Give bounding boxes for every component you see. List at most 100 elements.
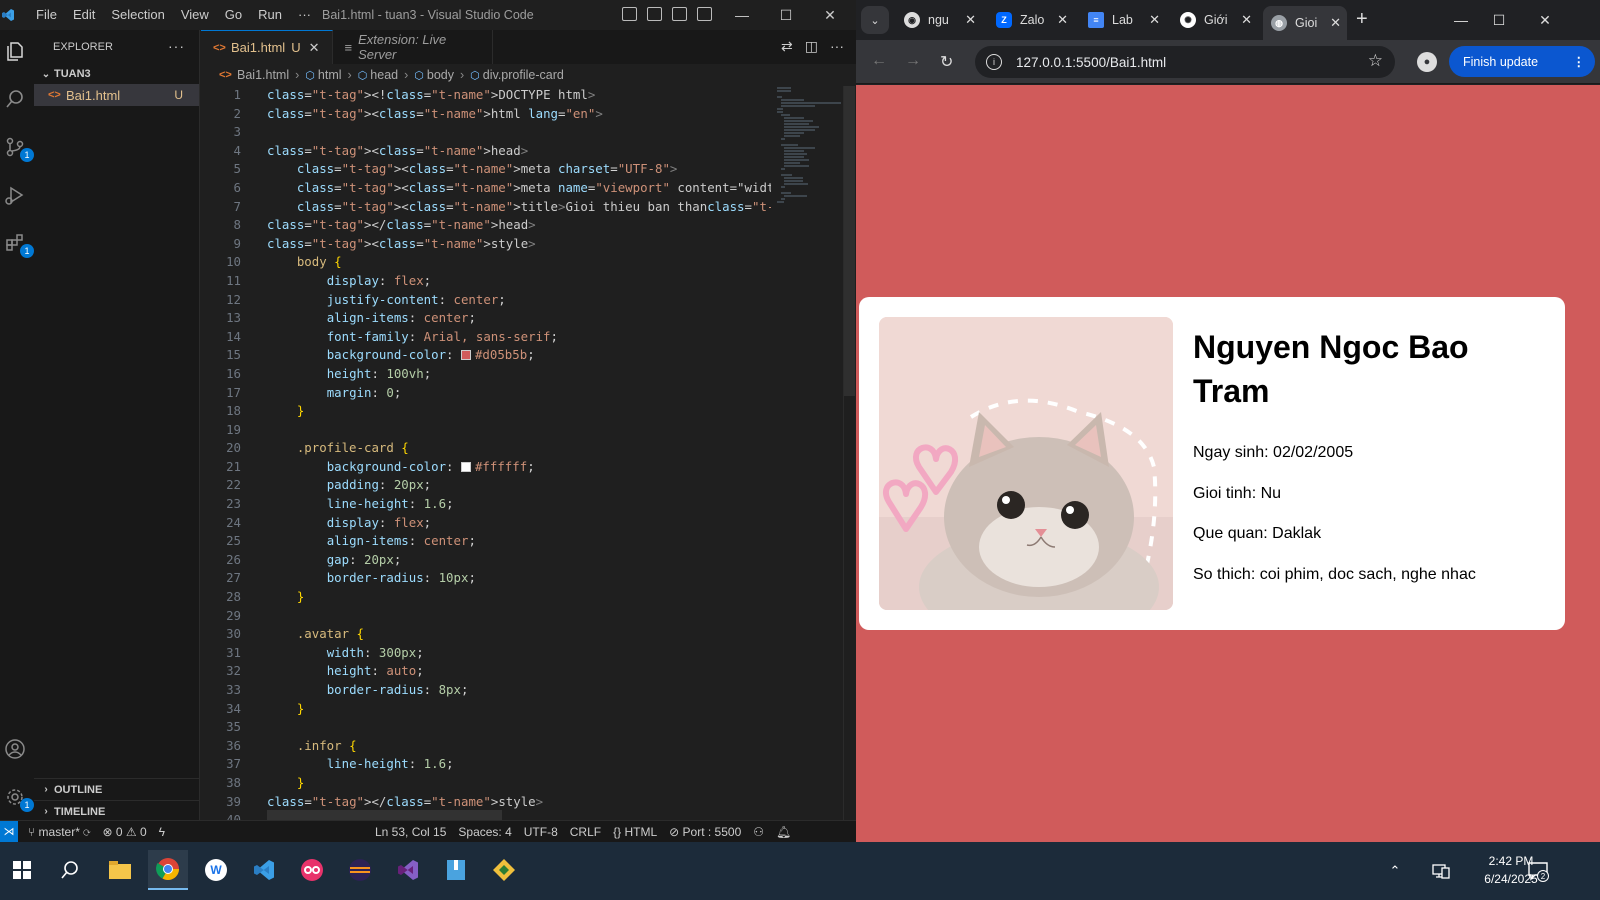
close-tab-icon[interactable]: ✕ bbox=[1241, 12, 1252, 28]
menu-file[interactable]: File bbox=[28, 0, 65, 30]
code-line[interactable]: 22 padding: 20px; bbox=[201, 476, 771, 495]
code-line[interactable]: 25 align-items: center; bbox=[201, 532, 771, 551]
code-line[interactable]: 4 class="t-tag"><class="t-name">head> bbox=[201, 142, 771, 161]
file-explorer-icon[interactable] bbox=[100, 850, 140, 890]
cursor-position[interactable]: Ln 53, Col 15 bbox=[369, 825, 452, 839]
code-line[interactable]: 11 display: flex; bbox=[201, 272, 771, 291]
search-icon[interactable] bbox=[2, 86, 28, 112]
network-icon[interactable] bbox=[1426, 842, 1456, 900]
code-line[interactable]: 2 class="t-tag"><class="t-name">html lang… bbox=[201, 105, 771, 124]
folder-tuan3[interactable]: ⌄ TUAN3 bbox=[34, 64, 199, 84]
code-line[interactable]: 31 width: 300px; bbox=[201, 644, 771, 663]
code-line[interactable]: 10 body { bbox=[201, 253, 771, 272]
problems-status[interactable]: ⊗ 0 ⚠ 0 bbox=[96, 825, 152, 839]
code-line[interactable]: 37 line-height: 1.6; bbox=[201, 755, 771, 774]
code-line[interactable]: 16 height: 100vh; bbox=[201, 365, 771, 384]
breadcrumb-item[interactable]: div.profile-card bbox=[483, 68, 564, 82]
code-line[interactable]: 8 class="t-tag"></class="t-name">head> bbox=[201, 216, 771, 235]
code-line[interactable]: 39 class="t-tag"></class="t-name">style> bbox=[201, 793, 771, 812]
customize-layout-icon[interactable] bbox=[697, 7, 712, 21]
live-server-status[interactable]: ⊘ Port : 5500 bbox=[663, 825, 747, 839]
account-icon[interactable] bbox=[2, 736, 28, 762]
visual-studio-icon[interactable] bbox=[388, 850, 428, 890]
editor-more-icon[interactable]: ··· bbox=[830, 38, 844, 55]
code-line[interactable]: 17 margin: 0; bbox=[201, 384, 771, 403]
code-line[interactable]: 35 bbox=[201, 718, 771, 737]
run-debug-icon[interactable] bbox=[2, 182, 28, 208]
close-tab-icon[interactable]: ✕ bbox=[1057, 12, 1068, 28]
breadcrumb-item[interactable]: Bai1.html bbox=[237, 68, 289, 82]
code-line[interactable]: 33 border-radius: 8px; bbox=[201, 681, 771, 700]
code-line[interactable]: 3 bbox=[201, 123, 771, 142]
code-line[interactable]: 19 bbox=[201, 421, 771, 440]
menu-selection[interactable]: Selection bbox=[103, 0, 172, 30]
browser-tab-active[interactable]: ◍ Gioi ✕ bbox=[1263, 6, 1347, 40]
menu-view[interactable]: View bbox=[173, 0, 217, 30]
tab-bai1-html[interactable]: <> Bai1.html U ✕ bbox=[201, 30, 333, 64]
forward-arrow-icon[interactable]: → bbox=[905, 52, 921, 70]
toggle-primary-sidebar-icon[interactable] bbox=[622, 7, 637, 21]
app-archive-icon[interactable] bbox=[436, 850, 476, 890]
reload-icon[interactable]: ↻ bbox=[940, 52, 953, 72]
code-line[interactable]: 5 class="t-tag"><class="t-name">meta cha… bbox=[201, 160, 771, 179]
notifications-bell-icon[interactable]: 🔔︎ bbox=[770, 825, 797, 839]
code-line[interactable]: 1 class="t-tag"><!class="t-name">DOCTYPE … bbox=[201, 86, 771, 105]
browser-tab[interactable]: ✺ Giới ✕ bbox=[1172, 6, 1258, 34]
new-tab-plus-icon[interactable]: + bbox=[1356, 8, 1368, 31]
url-text[interactable]: 127.0.0.1:5500/Bai1.html bbox=[1016, 55, 1166, 70]
code-line[interactable]: 34 } bbox=[201, 700, 771, 719]
windows-start-icon[interactable] bbox=[2, 850, 42, 890]
code-editor[interactable]: 1 class="t-tag"><!class="t-name">DOCTYPE … bbox=[201, 86, 771, 820]
code-line[interactable]: 36 .infor { bbox=[201, 737, 771, 756]
breadcrumb-item[interactable]: body bbox=[427, 68, 454, 82]
settings-gear-icon[interactable]: 1 bbox=[2, 784, 34, 812]
split-editor-icon[interactable]: ◫ bbox=[805, 38, 818, 55]
chrome-icon[interactable] bbox=[148, 850, 188, 890]
code-line[interactable]: 30 .avatar { bbox=[201, 625, 771, 644]
more-menu-icon[interactable]: ⋮ bbox=[1573, 54, 1586, 69]
menu-more[interactable]: ··· bbox=[290, 0, 319, 30]
back-arrow-icon[interactable]: ← bbox=[871, 52, 887, 70]
finish-update-button[interactable]: Finish update ⋮ bbox=[1449, 46, 1595, 77]
notification-center-icon[interactable]: 2 bbox=[1520, 842, 1556, 900]
code-line[interactable]: 7 class="t-tag"><class="t-name">title>Gi… bbox=[201, 198, 771, 217]
branch-status[interactable]: ⑂ master* ⟳ bbox=[22, 825, 96, 839]
breadcrumb-item[interactable]: html bbox=[318, 68, 342, 82]
extensions-icon[interactable]: 1 bbox=[2, 230, 34, 258]
code-line[interactable]: 13 align-items: center; bbox=[201, 309, 771, 328]
app-w-icon[interactable]: W bbox=[196, 850, 236, 890]
indentation-status[interactable]: Spaces: 4 bbox=[452, 825, 517, 839]
code-line[interactable]: 18 } bbox=[201, 402, 771, 421]
breadcrumb-item[interactable]: head bbox=[370, 68, 398, 82]
code-line[interactable]: 9 class="t-tag"><class="t-name">style> bbox=[201, 235, 771, 254]
tab-search-chevron-icon[interactable]: ⌄ bbox=[861, 6, 889, 34]
eol-status[interactable]: CRLF bbox=[564, 825, 607, 839]
code-line[interactable]: 29 bbox=[201, 607, 771, 626]
editor-vertical-scrollbar[interactable] bbox=[843, 86, 855, 820]
code-line[interactable]: 26 gap: 20px; bbox=[201, 551, 771, 570]
close-window-icon[interactable]: ✕ bbox=[808, 0, 852, 30]
compare-changes-icon[interactable]: ⇄ bbox=[781, 38, 793, 55]
code-line[interactable]: 20 .profile-card { bbox=[201, 439, 771, 458]
code-line[interactable]: 21 background-color: #ffffff; bbox=[201, 458, 771, 477]
code-line[interactable]: 28 } bbox=[201, 588, 771, 607]
editor-horizontal-scrollbar[interactable] bbox=[267, 810, 502, 820]
close-tab-icon[interactable]: ✕ bbox=[309, 40, 320, 56]
bookmark-star-icon[interactable]: ☆ bbox=[1368, 51, 1383, 71]
menu-edit[interactable]: Edit bbox=[65, 0, 103, 30]
menu-run[interactable]: Run bbox=[250, 0, 290, 30]
vscode-taskbar-icon[interactable] bbox=[244, 850, 284, 890]
remote-icon[interactable]: ⋊ bbox=[0, 820, 18, 842]
menu-go[interactable]: Go bbox=[217, 0, 250, 30]
scrollbar-thumb[interactable] bbox=[844, 86, 855, 396]
browser-tab[interactable]: ≡ Lab ✕ bbox=[1080, 6, 1166, 34]
close-tab-icon[interactable]: ✕ bbox=[965, 12, 976, 28]
close-tab-icon[interactable]: ✕ bbox=[1149, 12, 1160, 28]
close-window-icon[interactable]: ✕ bbox=[1522, 0, 1568, 40]
explorer-more-icon[interactable]: ··· bbox=[168, 38, 185, 54]
maximize-icon[interactable]: ☐ bbox=[1476, 0, 1522, 40]
maximize-icon[interactable]: ☐ bbox=[764, 0, 808, 30]
explorer-icon[interactable] bbox=[2, 38, 28, 64]
site-info-icon[interactable]: i bbox=[986, 54, 1002, 70]
encoding-status[interactable]: UTF-8 bbox=[518, 825, 564, 839]
